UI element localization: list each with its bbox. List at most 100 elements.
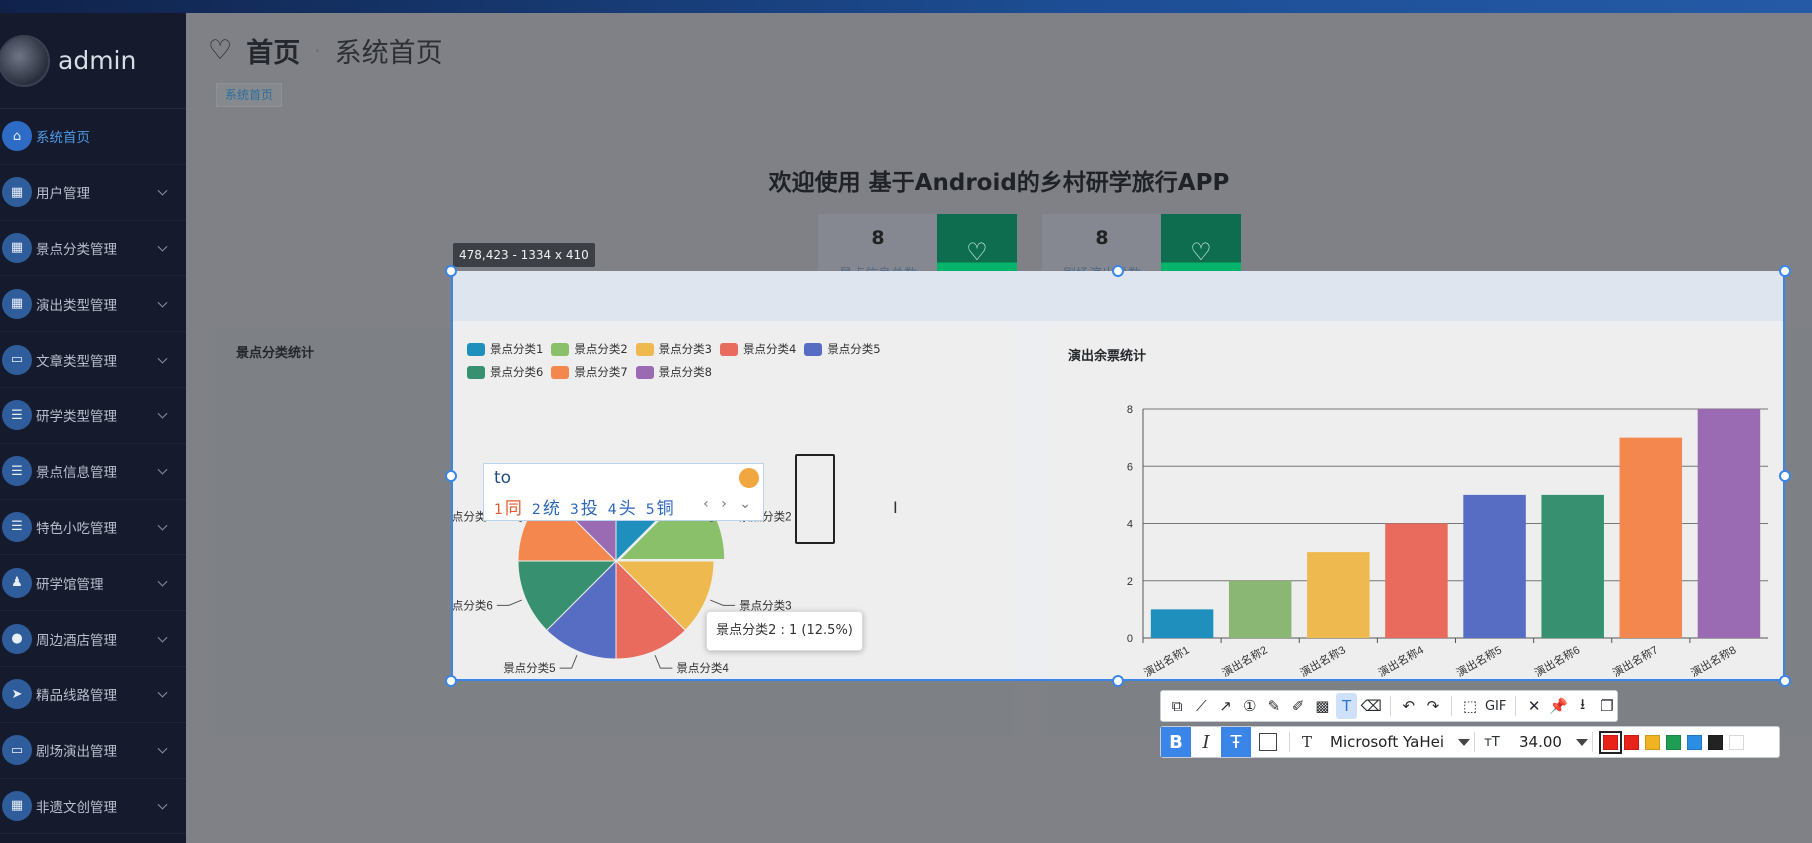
bar[interactable]	[1385, 523, 1448, 639]
color-swatch[interactable]	[1686, 734, 1702, 750]
breadcrumb-tag[interactable]: 系统首页	[216, 83, 283, 107]
bar[interactable]	[1619, 437, 1683, 638]
redo-icon[interactable]: ↷	[1423, 693, 1443, 719]
chevron-down-icon[interactable]	[1575, 738, 1588, 746]
color-swatch[interactable]	[1728, 734, 1744, 750]
grid-icon: ▦	[2, 177, 32, 208]
copy-icon[interactable]: ❐	[1597, 693, 1617, 719]
number-icon[interactable]: ①	[1240, 693, 1260, 719]
sidebar-item[interactable]: ☰ 特色小吃管理	[0, 500, 186, 556]
color-swatch[interactable]	[1644, 734, 1660, 750]
sidebar-item[interactable]: ▭ 文章类型管理	[0, 332, 186, 388]
stat-value: 8	[871, 227, 885, 249]
resize-handle-ne[interactable]	[1779, 265, 1791, 277]
sidebar-item[interactable]: ➤ 精品线路管理	[0, 667, 186, 723]
resize-handle-e[interactable]	[1779, 470, 1791, 482]
sidebar-item[interactable]: ▦ 非遗文创管理	[0, 779, 186, 835]
ime-candidate-window[interactable]: to 1同2统3投4头5铜 ‹ › ⌄	[483, 463, 764, 521]
capture-selection[interactable]: 景点分类1 景点分类2 景点分类3 景点分类4 景点分类5 景点分类6 景点分类7 景点分类8…	[451, 271, 1785, 681]
background-fill-toggle[interactable]	[1259, 733, 1277, 751]
bold-button[interactable]: B	[1161, 727, 1191, 757]
drawn-rectangle[interactable]	[795, 454, 835, 544]
sidebar-item-label: 特色小吃管理	[36, 520, 117, 537]
color-swatch[interactable]	[1598, 730, 1622, 754]
text-cursor-icon: I	[893, 498, 898, 517]
long-screenshot-icon[interactable]: ⬚	[1460, 693, 1480, 719]
text-fill-button[interactable]: Ŧ	[1221, 727, 1251, 757]
resize-handle-s[interactable]	[1112, 675, 1124, 687]
chevron-down-icon[interactable]	[1458, 738, 1470, 746]
pin-icon[interactable]: 📌	[1548, 693, 1568, 719]
sidebar-item[interactable]: ▭ 剧场演出管理	[0, 723, 186, 779]
sidebar-item[interactable]: ▦ 演出类型管理	[0, 276, 186, 333]
ime-candidate[interactable]: 3投	[570, 494, 598, 519]
shape-icon[interactable]: ⧉	[1167, 693, 1187, 719]
slice-label: 景点分类4	[676, 661, 729, 675]
ime-candidate[interactable]: 4头	[608, 494, 636, 519]
bar[interactable]	[1228, 580, 1292, 638]
bar[interactable]	[1697, 409, 1761, 638]
marker-icon[interactable]: ✐	[1288, 693, 1308, 719]
undo-icon[interactable]: ↶	[1399, 693, 1419, 719]
ime-candidate-number: 2	[531, 502, 541, 518]
close-icon[interactable]: ✕	[1524, 693, 1544, 719]
bar[interactable]	[1541, 494, 1604, 638]
pie-panel: 景点分类1 景点分类2 景点分类3 景点分类4 景点分类5 景点分类6 景点分类7 景点分类8…	[453, 327, 1015, 679]
resize-handle-se[interactable]	[1779, 675, 1791, 687]
chevron-down-icon	[157, 632, 168, 643]
ime-logo-icon	[739, 468, 759, 488]
grid-icon: ▦	[2, 288, 32, 319]
chevron-down-icon	[157, 241, 168, 252]
color-swatch[interactable]	[1665, 734, 1681, 750]
x-tick-label: 演出名称4	[1376, 642, 1426, 679]
x-tick-label: 演出名称2	[1219, 642, 1269, 679]
ime-candidate-number: 1	[494, 502, 503, 518]
bar[interactable]	[1463, 494, 1526, 638]
sidebar-item[interactable]: ⌂ 系统首页	[0, 109, 186, 165]
bar[interactable]	[1307, 552, 1370, 638]
sidebar-item[interactable]: ☰ 景点信息管理	[0, 444, 186, 500]
mosaic-icon[interactable]: ▩	[1312, 693, 1332, 719]
eraser-icon[interactable]: ⌫	[1361, 693, 1382, 719]
divider	[1591, 732, 1593, 752]
sidebar-item[interactable]: ♟ 研学馆管理	[0, 555, 186, 612]
sidebar-item-label: 景点信息管理	[36, 465, 117, 482]
text-tool-icon[interactable]: T	[1336, 693, 1357, 719]
y-tick-label: 0	[1127, 633, 1133, 645]
gif-button[interactable]: GIF	[1484, 693, 1507, 719]
font-name-select[interactable]: Microsoft YaHei	[1330, 733, 1444, 751]
avatar[interactable]	[0, 34, 50, 87]
ime-candidate[interactable]: 2统	[532, 494, 560, 519]
pencil-icon[interactable]: ✎	[1264, 693, 1284, 719]
resize-handle-n[interactable]	[1112, 265, 1124, 277]
sidebar-item[interactable]: ● 周边酒店管理	[0, 611, 186, 667]
polyline-icon[interactable]: ⟋	[1191, 693, 1211, 719]
sidebar-item[interactable]: ▦ 景点分类管理	[0, 221, 186, 277]
monitor-icon: ▭	[2, 735, 32, 766]
arrow-icon[interactable]: ↗	[1215, 693, 1235, 719]
heading-home[interactable]: 首页	[246, 31, 300, 70]
pie-tooltip: 景点分类2 : 1 (12.5%)	[706, 611, 863, 651]
ime-page-arrows-icon[interactable]: ‹ › ⌄	[703, 496, 755, 512]
sidebar-item-label: 非遗文创管理	[36, 799, 117, 816]
sidebar-item[interactable]: ▦ 用户管理	[0, 165, 186, 221]
bar-chart: 0 2 4 6 8 演出名称1 演出名称2 演出名称3 演出名称4 演出名称5 演出名称6 演出名称7…	[1127, 404, 1768, 679]
resize-handle-nw[interactable]	[445, 265, 457, 277]
ime-candidate[interactable]: 1同	[494, 494, 522, 519]
ime-candidate-char: 统	[542, 499, 560, 519]
sidebar-item-label: 剧场演出管理	[36, 744, 117, 761]
resize-handle-w[interactable]	[445, 470, 457, 482]
font-size-select[interactable]: 34.00	[1519, 733, 1562, 751]
italic-button[interactable]: I	[1191, 727, 1221, 757]
color-swatch[interactable]	[1707, 734, 1723, 750]
x-tick-label: 演出名称6	[1532, 642, 1582, 679]
grid-icon: ▦	[2, 790, 32, 821]
bar[interactable]	[1150, 609, 1214, 638]
sidebar-menu: ⌂ 系统首页 ▦ 用户管理 ▦ 景点分类管理 ▦ 演出类型管理 ▭ 文章类型管理 ☰ 研学类型管理 ☰ 景…	[0, 109, 186, 835]
color-swatch[interactable]	[1623, 734, 1639, 750]
ime-candidate[interactable]: 5铜	[646, 494, 674, 519]
download-icon[interactable]: ⭳	[1573, 693, 1593, 719]
resize-handle-sw[interactable]	[445, 675, 457, 687]
sidebar-item[interactable]: ☰ 研学类型管理	[0, 388, 186, 444]
send-icon: ➤	[2, 679, 32, 710]
